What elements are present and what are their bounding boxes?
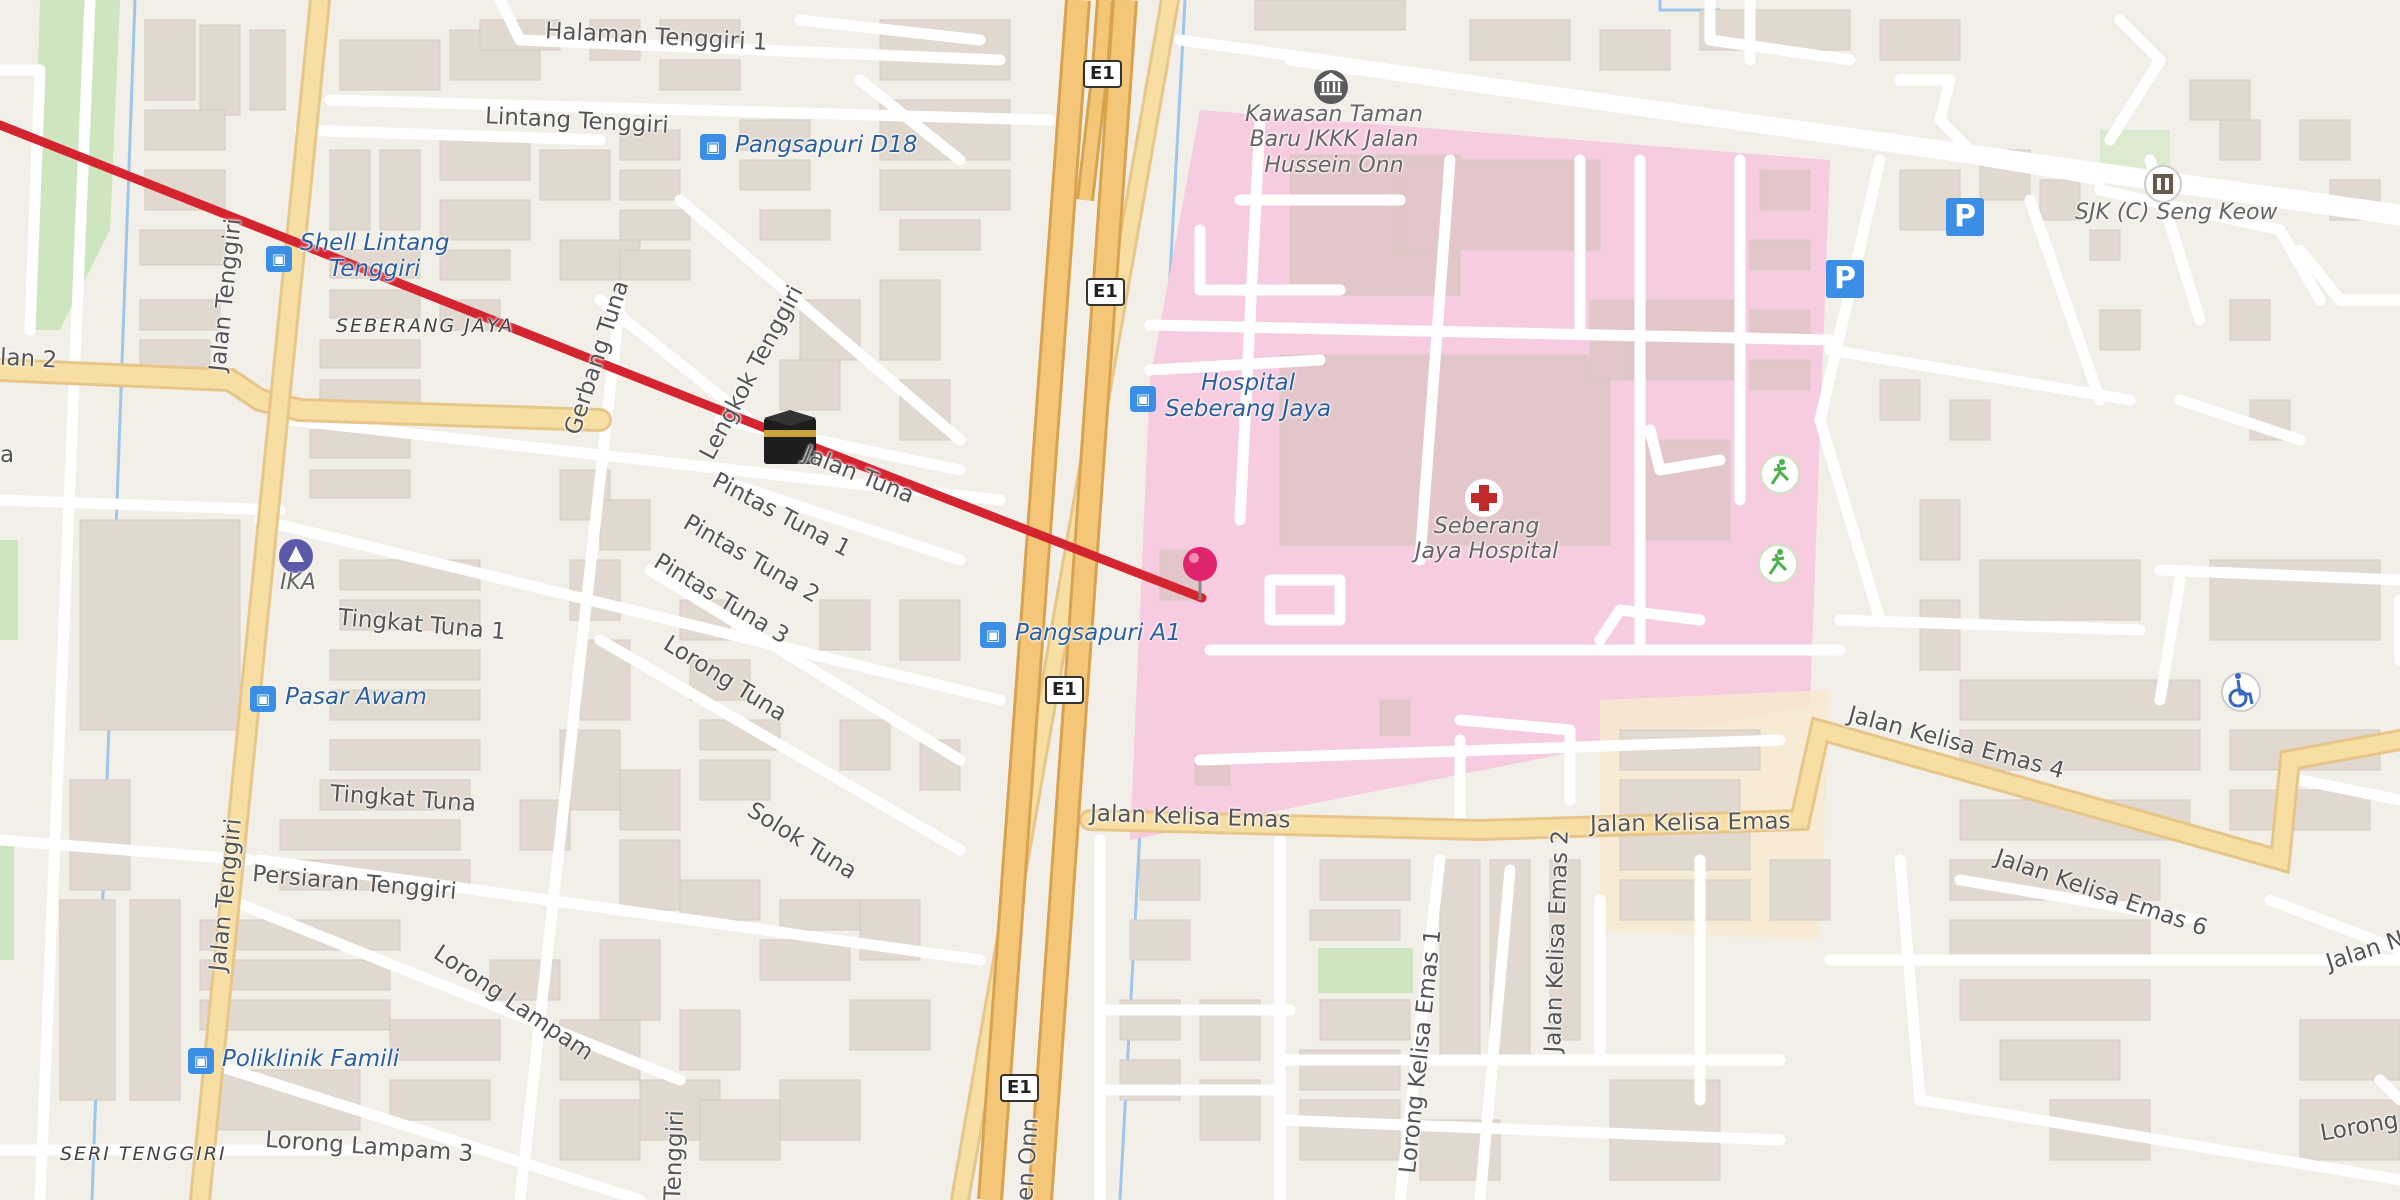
school-icon[interactable] <box>2144 165 2182 203</box>
hospital-cross-icon[interactable] <box>1463 477 1505 519</box>
ika-icon[interactable] <box>279 539 313 573</box>
map-canvas[interactable] <box>0 0 2400 1200</box>
kaaba-icon[interactable] <box>764 410 816 464</box>
wheelchair-icon[interactable] <box>2221 672 2261 712</box>
museum-icon[interactable] <box>1314 70 1348 104</box>
